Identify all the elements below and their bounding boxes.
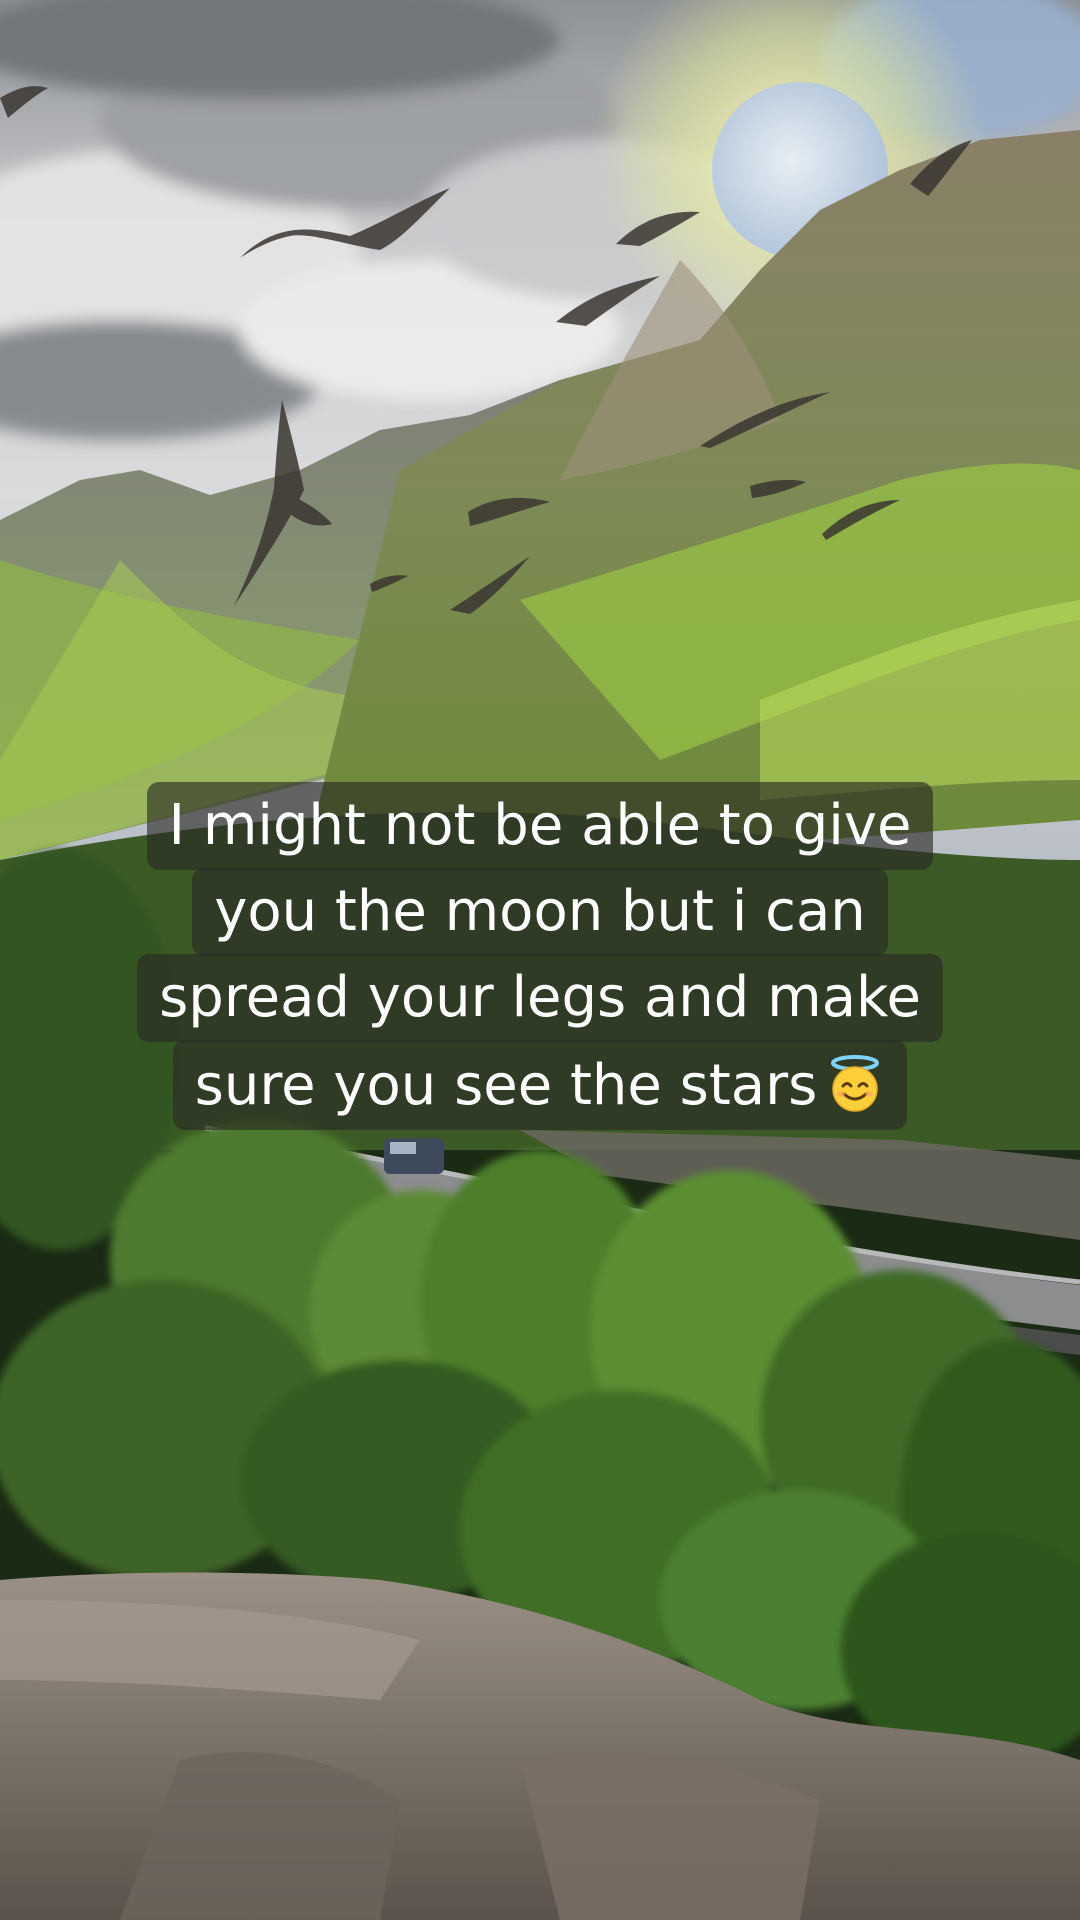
caption-line-1: I might not be able to give [146, 782, 934, 870]
caption: I might not be able to give you the moon… [0, 782, 1080, 1130]
van [384, 1138, 444, 1174]
caption-line-4: sure you see the stars [172, 1040, 908, 1130]
caption-line-2: you the moon but i can [192, 868, 888, 956]
photo-stage: I might not be able to give you the moon… [0, 0, 1080, 1920]
caption-line-4-text: sure you see the stars [194, 1053, 818, 1118]
caption-line-3: spread your legs and make [137, 954, 943, 1042]
smiling-face-with-halo-icon [831, 1055, 880, 1112]
